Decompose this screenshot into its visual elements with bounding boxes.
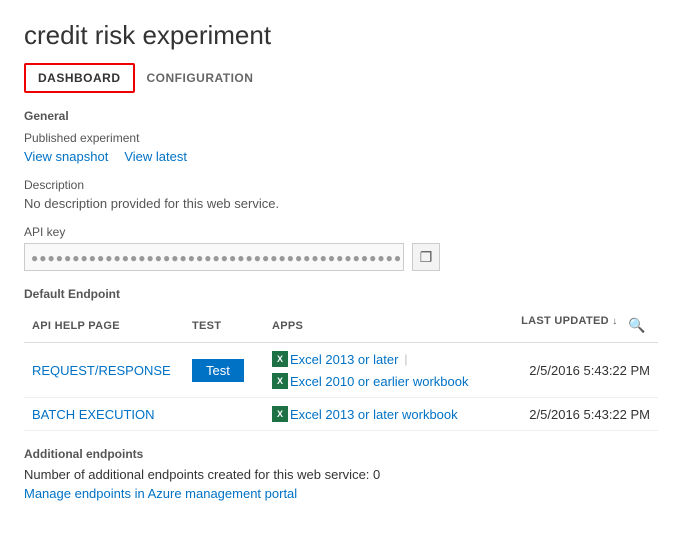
default-endpoint-section: Default Endpoint API HELP PAGE TEST APPS…	[24, 287, 658, 431]
page-title: credit risk experiment	[24, 20, 658, 51]
api-link-cell-2: BATCH EXECUTION	[24, 398, 184, 431]
published-experiment-label: Published experiment	[24, 131, 658, 145]
batch-execution-link[interactable]: BATCH EXECUTION	[32, 407, 155, 422]
excel-app-link-group-1: X Excel 2013 or later	[272, 351, 398, 367]
test-cell-2	[184, 398, 264, 431]
search-icon[interactable]: 🔍	[624, 315, 650, 336]
api-key-label: API key	[24, 225, 658, 239]
apps-separator: |	[404, 352, 407, 366]
excel-app-link-group-2: X Excel 2010 or earlier workbook	[272, 373, 468, 389]
col-header-test: TEST	[184, 309, 264, 343]
copy-api-key-button[interactable]: ❐	[412, 243, 440, 271]
general-label: General	[24, 109, 658, 123]
copy-icon: ❐	[420, 249, 433, 266]
api-key-section: API key ●●●●●●●●●●●●●●●●●●●●●●●●●●●●●●●●…	[24, 225, 658, 271]
view-latest-link[interactable]: View latest	[124, 149, 187, 164]
table-row: REQUEST/RESPONSE Test X Excel 2013 or la…	[24, 343, 658, 398]
additional-endpoints-label: Additional endpoints	[24, 447, 658, 461]
request-response-link[interactable]: REQUEST/RESPONSE	[32, 363, 171, 378]
view-snapshot-link[interactable]: View snapshot	[24, 149, 108, 164]
additional-endpoints-section: Additional endpoints Number of additiona…	[24, 447, 658, 501]
excel-icon-2: X	[272, 373, 288, 389]
excel-2013-later-link[interactable]: Excel 2013 or later	[290, 352, 398, 367]
col-header-api: API HELP PAGE	[24, 309, 184, 343]
api-link-cell: REQUEST/RESPONSE	[24, 343, 184, 398]
tab-configuration[interactable]: CONFIGURATION	[135, 65, 266, 91]
api-key-value: ●●●●●●●●●●●●●●●●●●●●●●●●●●●●●●●●●●●●●●●●…	[24, 243, 404, 271]
excel-2010-earlier-link[interactable]: Excel 2010 or earlier workbook	[290, 374, 468, 389]
last-updated-label: LAST UPDATED	[521, 315, 609, 327]
manage-endpoints-link[interactable]: Manage endpoints in Azure management por…	[24, 486, 297, 501]
published-experiment-links: View snapshot View latest	[24, 149, 658, 164]
excel-2013-later-workbook-link[interactable]: Excel 2013 or later workbook	[290, 407, 458, 422]
excel-icon-1: X	[272, 351, 288, 367]
description-label: Description	[24, 178, 658, 192]
last-updated-cell-1: 2/5/2016 5:43:22 PM	[498, 343, 658, 398]
test-cell: Test	[184, 343, 264, 398]
apps-cell: X Excel 2013 or later | X Excel 2010 or …	[264, 343, 498, 398]
test-button[interactable]: Test	[192, 359, 244, 382]
col-header-last-updated[interactable]: LAST UPDATED ↓ 🔍	[498, 309, 658, 343]
endpoint-table: API HELP PAGE TEST APPS LAST UPDATED ↓ 🔍…	[24, 309, 658, 431]
col-header-apps: APPS	[264, 309, 498, 343]
default-endpoint-label: Default Endpoint	[24, 287, 658, 301]
sort-arrow-icon: ↓	[612, 316, 617, 327]
api-key-row: ●●●●●●●●●●●●●●●●●●●●●●●●●●●●●●●●●●●●●●●●…	[24, 243, 658, 271]
tabs-bar: DASHBOARD CONFIGURATION	[24, 63, 658, 93]
additional-endpoints-count: Number of additional endpoints created f…	[24, 467, 658, 482]
apps-cell-2: X Excel 2013 or later workbook	[264, 398, 498, 431]
excel-icon-3: X	[272, 406, 288, 422]
table-row: BATCH EXECUTION X Excel 2013 or later wo…	[24, 398, 658, 431]
last-updated-cell-2: 2/5/2016 5:43:22 PM	[498, 398, 658, 431]
description-text: No description provided for this web ser…	[24, 196, 658, 211]
tab-dashboard[interactable]: DASHBOARD	[24, 63, 135, 93]
excel-app-link-group-3: X Excel 2013 or later workbook	[272, 406, 458, 422]
